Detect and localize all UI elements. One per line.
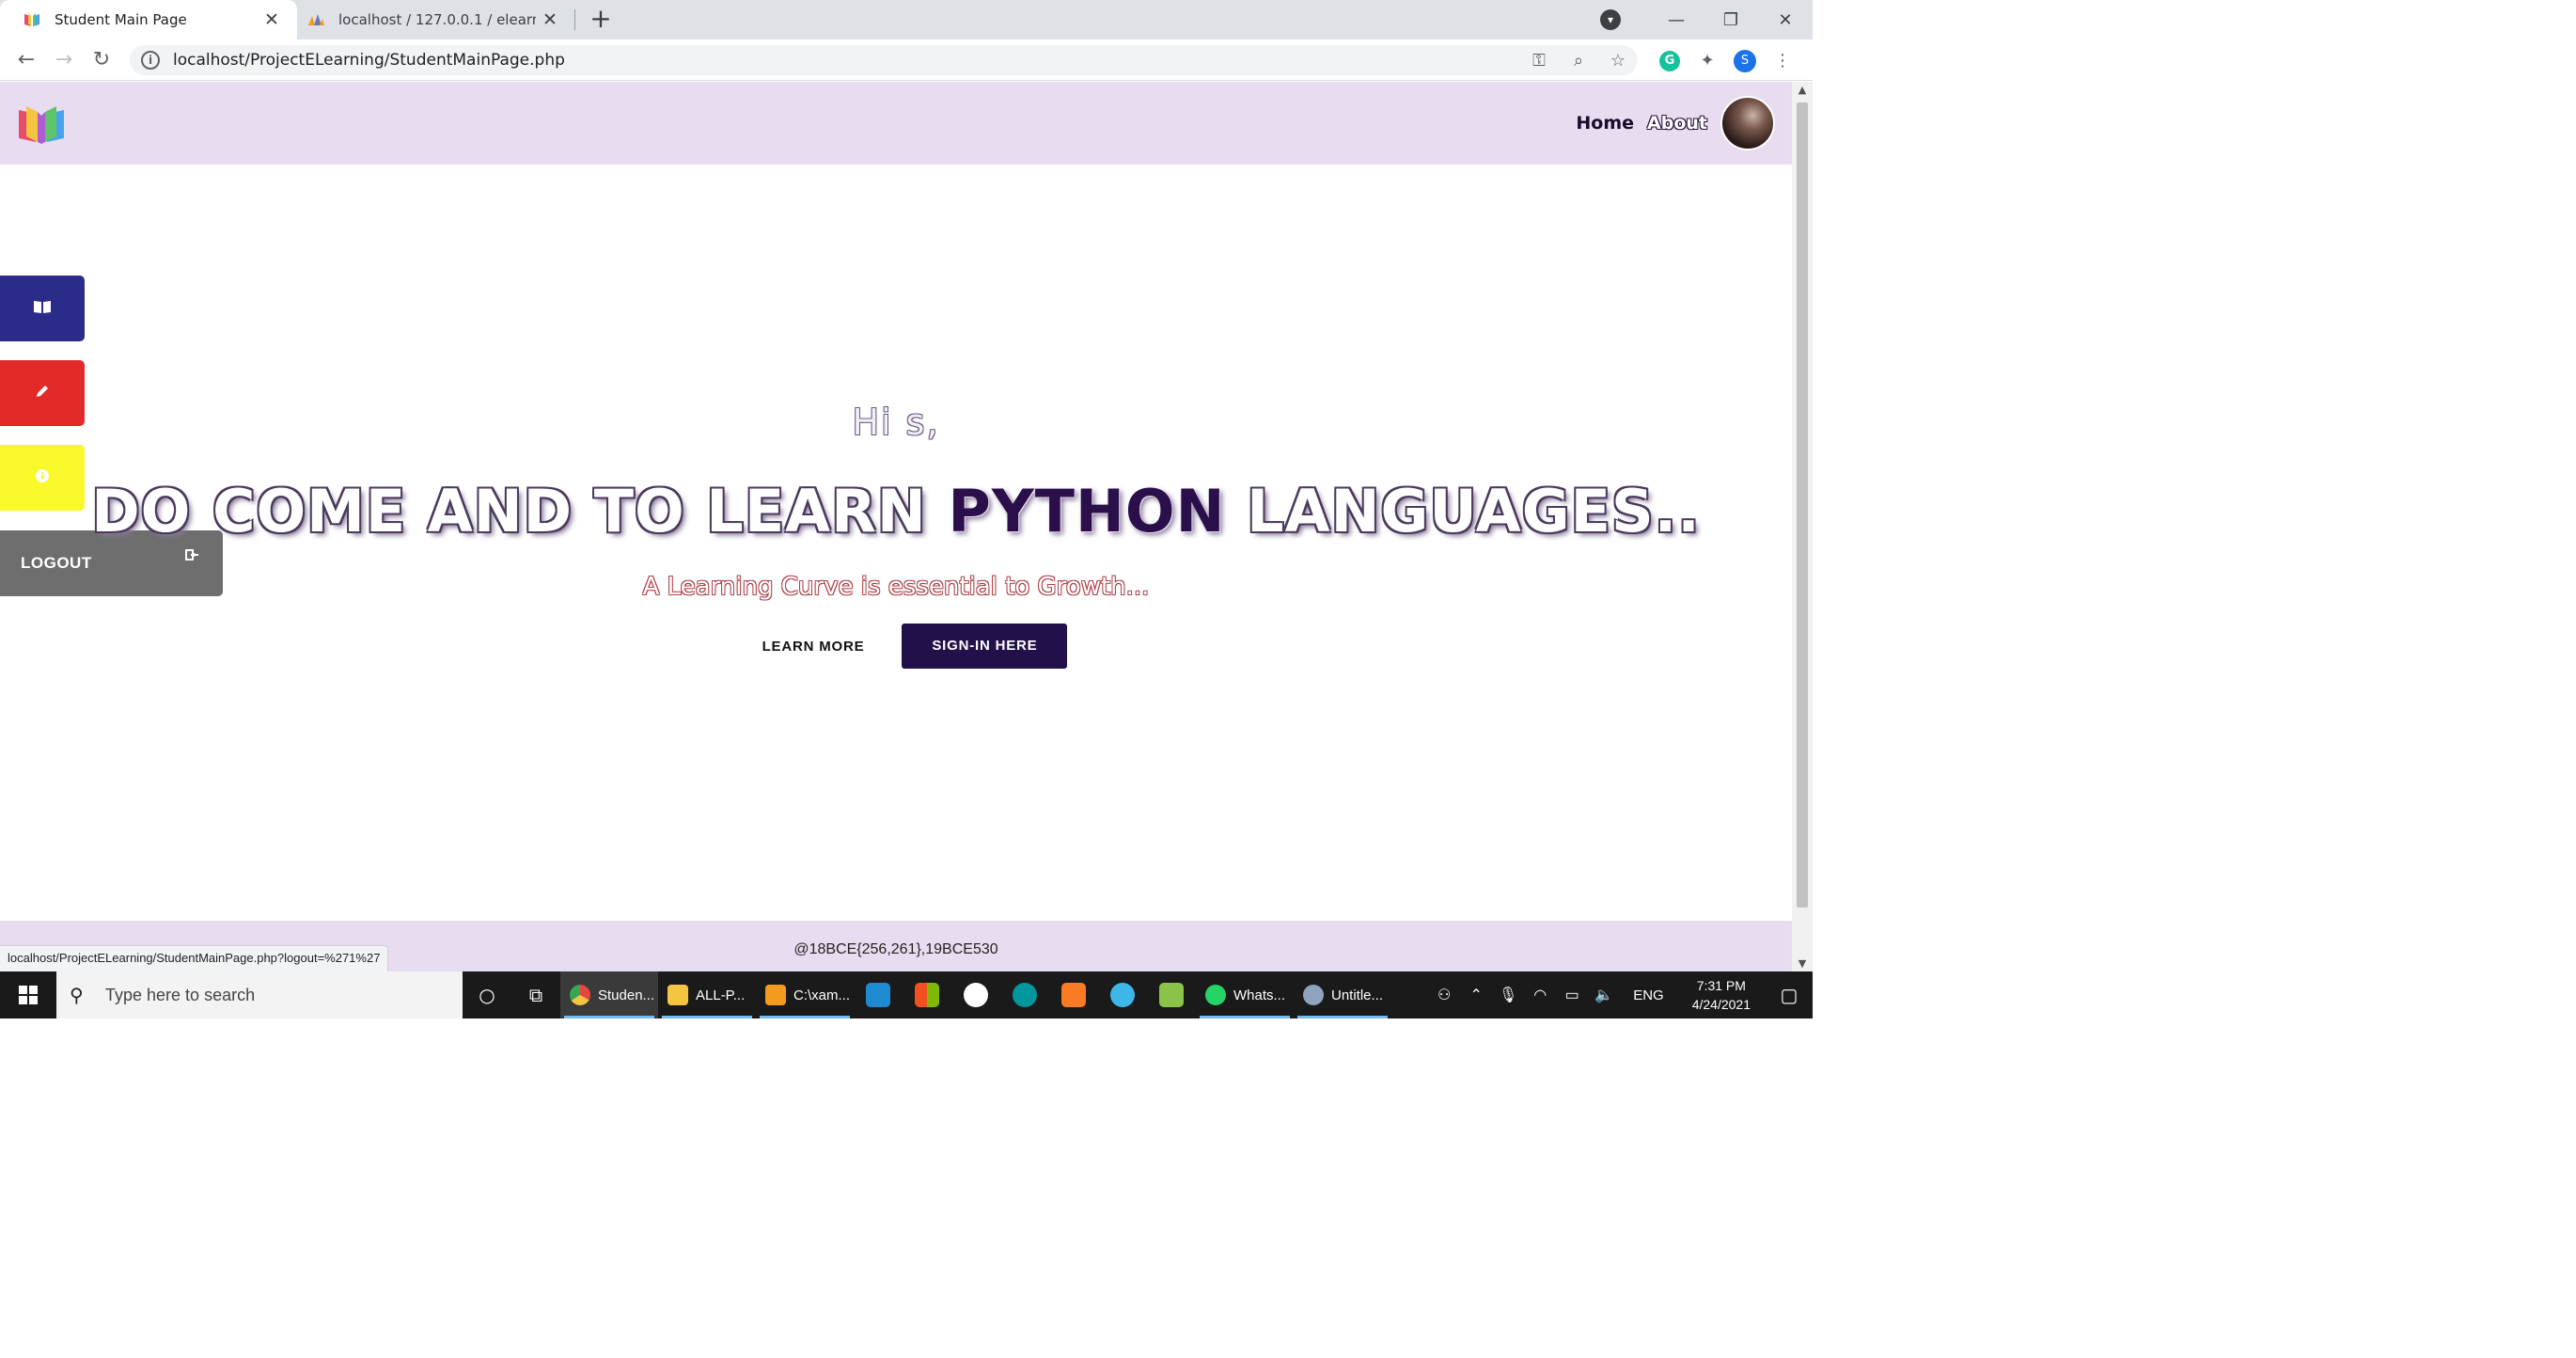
taskbar-app-label: Whats... <box>1233 987 1286 1003</box>
clock[interactable]: 7:31 PM 4/24/2021 <box>1677 976 1766 1014</box>
taskbar-app-whatsapp[interactable]: Whats... <box>1196 971 1294 1018</box>
chrome-icon <box>570 985 590 1005</box>
store-icon[interactable] <box>903 971 951 1018</box>
taskbar-app-paint[interactable]: Untitle... <box>1294 971 1391 1018</box>
folder-icon <box>668 985 688 1005</box>
window-controls: ▾ — ❐ ✕ <box>1600 0 1813 39</box>
windows-logo-icon <box>19 986 38 1004</box>
edge-icon[interactable] <box>1098 971 1147 1018</box>
taskbar-app-explorer[interactable]: ALL-P... <box>658 971 756 1018</box>
page-viewport: Home About LOGOUT Hi s, DO COME AND TO L… <box>0 82 1792 971</box>
taskbar-app-label: Untitle... <box>1331 987 1384 1003</box>
url-text[interactable]: localhost/ProjectELearning/StudentMainPa… <box>173 51 1519 70</box>
xampp-icon[interactable] <box>1049 971 1098 1018</box>
nav-about-link[interactable]: About <box>1647 113 1707 134</box>
clock-time: 7:31 PM <box>1696 978 1746 993</box>
hero-title: DO COME AND TO LEARN PYTHON LANGUAGES.. <box>0 477 1792 545</box>
site-header: Home About <box>0 82 1792 165</box>
sign-in-button[interactable]: SIGN-IN HERE <box>902 624 1068 669</box>
minimize-icon[interactable]: — <box>1649 10 1704 30</box>
hero-title-highlight: PYTHON <box>948 477 1226 545</box>
close-window-icon[interactable]: ✕ <box>1758 10 1813 30</box>
page-scrollbar[interactable]: ▲ ▼ <box>1792 82 1813 971</box>
side-menu-courses[interactable] <box>0 276 85 341</box>
hero-subtitle: A Learning Curve is essential to Growth.… <box>642 573 1150 601</box>
browser-tab-bar: Student Main Page ✕ localhost / 127.0.0.… <box>0 0 1813 39</box>
sublime-icon <box>765 985 786 1005</box>
key-icon[interactable]: ⚿ <box>1519 51 1559 71</box>
status-bar-url: localhost/ProjectELearning/StudentMainPa… <box>0 945 389 971</box>
tab-student-main-page[interactable]: Student Main Page ✕ <box>0 0 297 39</box>
menu-kebab-icon[interactable]: ⋮ <box>1764 51 1801 71</box>
taskbar-app-sublime[interactable]: C:\xam... <box>756 971 854 1018</box>
scroll-up-icon[interactable]: ▲ <box>1792 84 1813 96</box>
address-bar[interactable]: i localhost/ProjectELearning/StudentMain… <box>130 45 1638 75</box>
chevron-up-icon[interactable]: ⌃ <box>1460 986 1492 1004</box>
arduino-icon[interactable] <box>1000 971 1049 1018</box>
language-indicator[interactable]: ENG <box>1620 987 1677 1003</box>
zoom-icon[interactable]: ⌕ <box>1559 51 1598 71</box>
system-tray: ⚇ ⌃ 🎙 ◠ ▭ 🔈 ENG 7:31 PM 4/24/2021 ▢ <box>1428 971 1813 1018</box>
site-nav: Home About <box>1576 95 1775 151</box>
search-icon: ⚲ <box>70 984 84 1006</box>
hero-title-part1: DO COME AND TO LEARN <box>91 477 949 545</box>
tab-phpmyadmin[interactable]: localhost / 127.0.0.1 / elearning ✕ <box>297 0 575 39</box>
toolbar-extensions: G ✦ S ⋮ <box>1651 45 1801 75</box>
tab-search-icon[interactable]: ▾ <box>1600 9 1621 30</box>
taskbar-app-label: ALL-P... <box>696 987 746 1003</box>
task-view-icon[interactable]: ⧉ <box>511 971 560 1018</box>
wifi-icon[interactable]: ◠ <box>1524 986 1556 1004</box>
whatsapp-icon <box>1205 985 1226 1005</box>
profile-avatar-icon[interactable]: S <box>1726 49 1764 72</box>
hero-greeting: Hi s, <box>852 402 940 443</box>
cortana-icon[interactable]: ○ <box>463 971 511 1018</box>
browser-toolbar: ← → ↻ i localhost/ProjectELearning/Stude… <box>0 39 1813 81</box>
people-icon[interactable]: ⚇ <box>1428 986 1460 1004</box>
close-icon[interactable]: ✕ <box>258 9 286 30</box>
notification-icon[interactable]: ▢ <box>1766 984 1813 1007</box>
paint-icon <box>1303 985 1324 1005</box>
hero-buttons: LEARN MORE SIGN-IN HERE <box>0 624 1792 669</box>
windows-taskbar: ⚲ Type here to search ○ ⧉ Studen... ALL-… <box>0 971 1813 1018</box>
reload-icon[interactable]: ↻ <box>83 48 120 71</box>
clock-date: 4/24/2021 <box>1691 997 1751 1012</box>
sign-out-icon <box>185 547 200 566</box>
info-icon[interactable]: i <box>141 51 160 70</box>
new-tab-button[interactable]: + <box>585 4 617 36</box>
taskbar-app-label: Studen... <box>598 987 655 1003</box>
forward-arrow-icon[interactable]: → <box>45 48 83 71</box>
learn-more-button[interactable]: LEARN MORE <box>725 639 903 655</box>
book-logo-icon[interactable] <box>17 101 66 146</box>
tab-title: Student Main Page <box>55 11 187 28</box>
star-icon[interactable]: ☆ <box>1598 51 1638 71</box>
puzzle-extensions-icon[interactable]: ✦ <box>1689 51 1726 71</box>
start-button[interactable] <box>0 971 56 1018</box>
battery-icon[interactable]: ▭ <box>1556 986 1588 1004</box>
grammarly-extension-icon[interactable]: G <box>1651 49 1689 71</box>
taskbar-search-box[interactable]: ⚲ Type here to search <box>56 971 463 1018</box>
taskbar-app-label: C:\xam... <box>793 987 851 1003</box>
volume-icon[interactable]: 🔈 <box>1588 986 1620 1004</box>
phpmyadmin-favicon-icon <box>308 14 324 25</box>
microphone-icon[interactable]: 🎙 <box>1492 986 1524 1004</box>
restore-icon[interactable]: ❐ <box>1704 10 1758 30</box>
taskbar-app-chrome[interactable]: Studen... <box>560 971 658 1018</box>
tab-separator <box>574 9 575 30</box>
scroll-thumb[interactable] <box>1797 103 1808 908</box>
tab-title: localhost / 127.0.0.1 / elearning <box>338 11 536 28</box>
rstudio-icon[interactable] <box>1147 971 1196 1018</box>
vscode-icon[interactable] <box>854 971 903 1018</box>
scroll-down-icon[interactable]: ▼ <box>1792 957 1813 970</box>
book-open-icon <box>33 299 52 319</box>
user-avatar[interactable] <box>1720 96 1775 150</box>
app-n-icon[interactable] <box>951 971 1000 1018</box>
logout-label: LOGOUT <box>21 554 92 572</box>
back-arrow-icon[interactable]: ← <box>8 48 45 71</box>
hero-title-part2: LANGUAGES.. <box>1225 477 1701 545</box>
search-placeholder: Type here to search <box>105 985 256 1004</box>
nav-home-link[interactable]: Home <box>1576 113 1634 134</box>
book-favicon-icon <box>24 13 39 26</box>
close-icon[interactable]: ✕ <box>536 9 564 30</box>
screen: Student Main Page ✕ localhost / 127.0.0.… <box>0 0 1813 1018</box>
